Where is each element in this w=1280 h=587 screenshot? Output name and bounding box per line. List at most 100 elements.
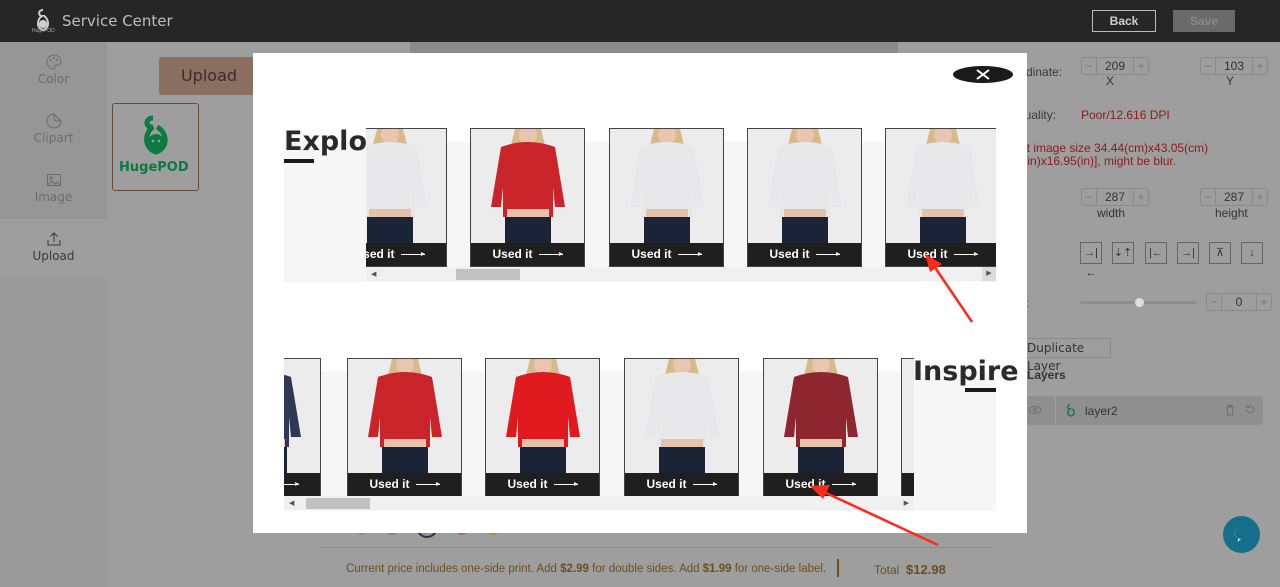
trash-icon[interactable] [1225,404,1235,416]
used-it-button[interactable]: Used it [366,243,446,266]
template-card[interactable]: Used it [284,358,321,497]
scroll-right-icon[interactable]: ▶ [904,499,909,507]
template-card[interactable]: Used it [347,358,462,497]
used-it-button[interactable]: Used it [486,473,599,496]
used-it-label: Used it [785,477,826,491]
scroll-left-icon[interactable]: ◀ [289,499,294,507]
inspire-carousel[interactable]: Used it Used it Used it Used it Used it Used … [284,358,914,498]
arrow-right-icon [953,252,978,257]
align-center-horizontal-button[interactable]: →|← [1080,242,1102,279]
plus-icon[interactable]: + [1134,58,1148,74]
sidebar-item-upload[interactable]: Upload [0,219,107,278]
sidebar-item-image[interactable]: Image [0,160,107,219]
used-it-button[interactable]: Used it [610,243,723,266]
template-card[interactable]: Used it [747,128,862,267]
layers-title: Layers [1027,368,1066,382]
template-card[interactable]: Used it [470,128,585,267]
template-card[interactable]: Used it [624,358,739,497]
plus-icon[interactable]: + [1257,294,1271,310]
scroll-left-icon[interactable]: ◀ [371,270,376,278]
duplicate-layer-button[interactable]: Duplicate Layer [1022,338,1111,373]
scroll-right-icon[interactable]: ▶ [982,267,996,281]
template-card[interactable]: Used it [485,358,600,497]
template-card[interactable]: Used it [763,358,878,497]
minus-icon[interactable]: − [1082,58,1096,74]
arrow-right-icon [415,482,440,487]
used-it-button[interactable]: Used it [764,473,877,496]
rotate-value[interactable]: 0 [1221,294,1257,310]
upload-button[interactable]: Upload [159,57,259,95]
save-button[interactable]: Save [1173,10,1235,32]
used-it-label: Used it [769,247,810,261]
back-button[interactable]: Back [1092,10,1156,32]
align-bottom-button[interactable]: ↓ [1241,242,1263,264]
x-label: X [1106,74,1115,88]
total-value: $12.98 [906,562,946,577]
sidebar-item-color[interactable]: Color [0,42,107,101]
layer-item[interactable]: layer2 [1020,396,1263,425]
used-it-label: Used it [907,247,948,261]
plus-icon[interactable]: + [1134,189,1148,205]
used-it-button[interactable]: Used it [471,243,584,266]
label-price: $1.99 [702,563,732,575]
align-top-button[interactable]: ⊼ [1209,242,1231,264]
y-value[interactable]: 103 [1215,58,1253,74]
minus-icon[interactable]: − [1201,58,1215,74]
plus-icon[interactable]: + [1253,58,1267,74]
sidebar-item-clipart[interactable]: Clipart [0,101,107,160]
sidebar-item-label: Image [34,190,73,204]
app-title: Service Center [62,12,173,30]
template-image [348,359,461,473]
used-it-button[interactable]: Used it [902,473,914,496]
x-value[interactable]: 209 [1096,58,1134,74]
minus-icon[interactable]: − [1207,294,1221,310]
height-value[interactable]: 287 [1215,189,1253,205]
y-stepper[interactable]: −103 + [1200,57,1268,75]
explore-carousel[interactable]: Used it Used it Used it Used it Used it [366,128,996,268]
upload-icon [47,232,60,246]
arrow-right-icon [553,482,578,487]
inspire-title: Inspire [913,356,1019,387]
align-left-button[interactable]: |← [1145,242,1167,264]
close-button[interactable] [953,66,1013,83]
plus-icon[interactable]: + [1253,189,1267,205]
uploaded-image-thumbnail[interactable]: HugePOD [112,103,199,191]
used-it-button[interactable]: Used it [748,243,861,266]
template-image [886,129,996,243]
template-card[interactable]: Used it [609,128,724,267]
chat-bubble-icon [1234,526,1246,542]
used-it-button[interactable]: Used it [284,473,320,496]
minus-icon[interactable]: − [1082,189,1096,205]
align-right-button[interactable]: →| [1177,242,1199,264]
eye-icon[interactable] [1028,405,1042,415]
used-it-button[interactable]: Used it [625,473,738,496]
arrow-right-icon [677,252,702,257]
used-it-label: Used it [646,477,687,491]
layer-name: layer2 [1085,404,1118,418]
left-sidebar: Color Clipart Image Upload [0,42,107,587]
align-center-vertical-button[interactable]: ⇣⇡ [1112,242,1134,264]
inspire-underline [965,388,996,392]
used-it-button[interactable]: Used it [886,243,996,266]
template-card[interactable]: Used it [885,128,996,267]
template-modal: Explore Used itUsed itUsed itUsed itUsed… [253,53,1027,533]
rotate-stepper[interactable]: −0 + [1206,293,1272,311]
arrow-right-icon [692,482,717,487]
height-stepper[interactable]: −287 + [1200,188,1268,206]
width-value[interactable]: 287 [1096,189,1134,205]
explore-scrollbar[interactable]: ◀ ▶ [366,267,996,281]
inspire-scrollbar[interactable]: ◀ ▶ [284,496,914,510]
used-it-button[interactable]: Used it [348,473,461,496]
minus-icon[interactable]: − [1201,189,1215,205]
x-stepper[interactable]: −209 + [1081,57,1149,75]
template-card[interactable]: Used it [366,128,447,267]
width-stepper[interactable]: −287 + [1081,188,1149,206]
chat-button[interactable] [1223,516,1260,553]
scrollbar-thumb[interactable] [306,498,370,509]
rotate-slider-handle[interactable] [1135,298,1144,307]
scrollbar-thumb[interactable] [456,269,520,280]
used-it-label: Used it [507,477,548,491]
template-image [486,359,599,473]
thumbnail-text: HugePOD [119,160,189,175]
reset-icon[interactable] [1245,404,1256,415]
